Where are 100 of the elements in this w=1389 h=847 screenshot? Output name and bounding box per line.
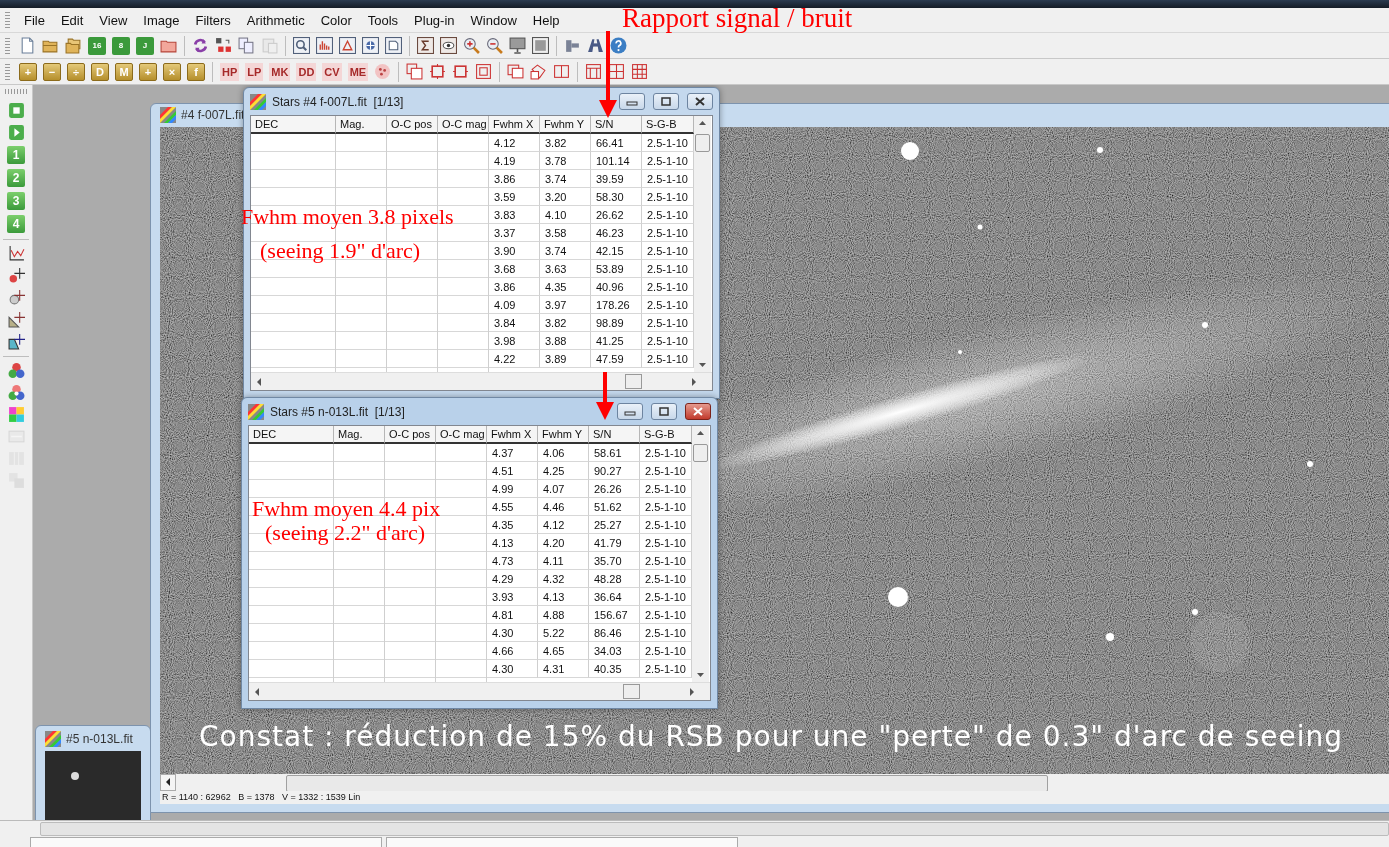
scroll-thumb[interactable] [693, 444, 708, 462]
column-header[interactable]: O-C pos [387, 116, 438, 134]
crop-icon[interactable] [429, 63, 447, 80]
star-marker-icon[interactable] [7, 311, 25, 328]
color-balls-icon[interactable] [7, 362, 25, 379]
minimize-button[interactable] [619, 93, 645, 110]
zoom-in-icon[interactable] [463, 37, 480, 54]
line-chart-icon[interactable] [7, 245, 25, 262]
stop-icon[interactable] [7, 102, 25, 119]
star-marker-icon[interactable] [7, 333, 25, 350]
star-marker-icon[interactable] [7, 289, 25, 306]
toolbar-button[interactable]: CV [322, 62, 342, 81]
menu-item[interactable]: View [91, 12, 136, 28]
toolbar-button[interactable]: 8 [112, 36, 130, 55]
flower-icon[interactable] [374, 63, 392, 80]
sum-icon[interactable] [417, 37, 434, 54]
column-header[interactable]: S/N [591, 116, 642, 134]
monitor-icon[interactable] [509, 37, 526, 54]
grid-icon[interactable] [631, 63, 649, 80]
copy-icon[interactable] [238, 37, 255, 54]
image-file-icon [160, 107, 176, 124]
scroll-thumb[interactable] [623, 684, 640, 699]
tool-icon[interactable] [564, 37, 581, 54]
horizontal-scrollbar[interactable] [0, 820, 1389, 837]
column-header[interactable]: O-C mag [438, 116, 489, 134]
globe-icon[interactable] [362, 37, 379, 54]
menu-item[interactable]: Plug-in [406, 12, 463, 28]
grid-icon[interactable] [585, 63, 603, 80]
close-button[interactable] [687, 93, 713, 110]
page-icon[interactable] [19, 37, 36, 54]
magnifier-icon[interactable] [293, 37, 310, 54]
refresh-icon[interactable] [192, 37, 209, 54]
column-header[interactable]: Fwhm Y [538, 426, 589, 444]
column-header[interactable]: S-G-B [642, 116, 694, 134]
triangle-icon[interactable] [339, 37, 356, 54]
menu-item[interactable]: Image [135, 12, 188, 28]
minimize-button[interactable] [617, 403, 643, 420]
toolbar-button[interactable]: J [136, 36, 154, 55]
star-marker-icon[interactable] [7, 267, 25, 284]
zoom-out-icon[interactable] [486, 37, 503, 54]
vertical-scrollbar[interactable] [692, 426, 709, 682]
square-icon[interactable] [475, 63, 493, 80]
columns-icon[interactable] [553, 63, 571, 80]
table-cell: 4.30 [487, 624, 538, 642]
column-header[interactable]: Fwhm X [487, 426, 538, 444]
menu-item[interactable]: Color [312, 12, 360, 28]
maximize-button[interactable] [651, 403, 677, 420]
scroll-thumb[interactable] [695, 134, 710, 152]
toolbar-button[interactable]: MK [269, 62, 291, 81]
column-header[interactable]: S/N [589, 426, 640, 444]
table-cell: 3.97 [540, 296, 591, 314]
vertical-scrollbar[interactable] [694, 116, 711, 372]
menu-item[interactable]: Help [524, 12, 568, 28]
menu-item[interactable]: Window [462, 12, 525, 28]
table-cell: 4.22 [489, 350, 540, 368]
left-arrow-icon[interactable] [164, 777, 172, 787]
toolbar-button[interactable]: ME [347, 62, 369, 81]
play-icon[interactable] [7, 124, 25, 141]
column-header[interactable]: O-C mag [436, 426, 487, 444]
table-cell: 4.51 [487, 462, 538, 480]
scroll-thumb[interactable] [625, 374, 642, 389]
folders-icon[interactable] [65, 37, 82, 54]
histogram-icon[interactable] [316, 37, 333, 54]
toolbar-button[interactable]: HP [220, 62, 240, 81]
table-cell: 66.41 [591, 134, 642, 152]
column-header[interactable]: DEC [249, 426, 334, 444]
horizontal-scrollbar[interactable] [249, 682, 710, 700]
table-cell: 51.62 [589, 498, 640, 516]
toolbar-button[interactable]: DD [296, 62, 317, 81]
window-icon[interactable] [532, 37, 549, 54]
pyramid-icon[interactable] [587, 37, 604, 54]
menu-item[interactable]: Arithmetic [238, 12, 313, 28]
crop-icon[interactable] [452, 63, 470, 80]
column-header[interactable]: DEC [251, 116, 336, 134]
menu-item[interactable]: File [16, 12, 53, 28]
help-icon[interactable] [610, 37, 627, 54]
menu-item[interactable]: Filters [187, 12, 239, 28]
table-cell: 3.83 [489, 206, 540, 224]
menu-item[interactable]: Tools [359, 12, 407, 28]
color-grid-icon[interactable] [7, 406, 25, 423]
split-icon[interactable] [215, 37, 232, 54]
overlapping-squares-icon[interactable] [507, 63, 525, 80]
column-header[interactable]: Fwhm X [489, 116, 540, 134]
grid-icon[interactable] [608, 63, 626, 80]
close-button[interactable] [685, 403, 711, 420]
menu-item[interactable]: Edit [52, 12, 92, 28]
color-balls-icon[interactable] [7, 384, 25, 401]
column-header[interactable]: O-C pos [385, 426, 436, 444]
overlapping-squares-icon[interactable] [406, 63, 424, 80]
column-header[interactable]: Fwhm Y [540, 116, 591, 134]
maximize-button[interactable] [653, 93, 679, 110]
table-cell: 25.27 [589, 516, 640, 534]
toolbar-button[interactable]: LP [245, 62, 264, 81]
toolbar-button[interactable]: 16 [88, 36, 106, 55]
column-header[interactable]: S-G-B [640, 426, 692, 444]
document-icon[interactable] [385, 37, 402, 54]
column-header[interactable]: Mag. [334, 426, 385, 444]
eye-icon[interactable] [440, 37, 457, 54]
horizontal-scrollbar[interactable] [251, 372, 712, 390]
column-header[interactable]: Mag. [336, 116, 387, 134]
